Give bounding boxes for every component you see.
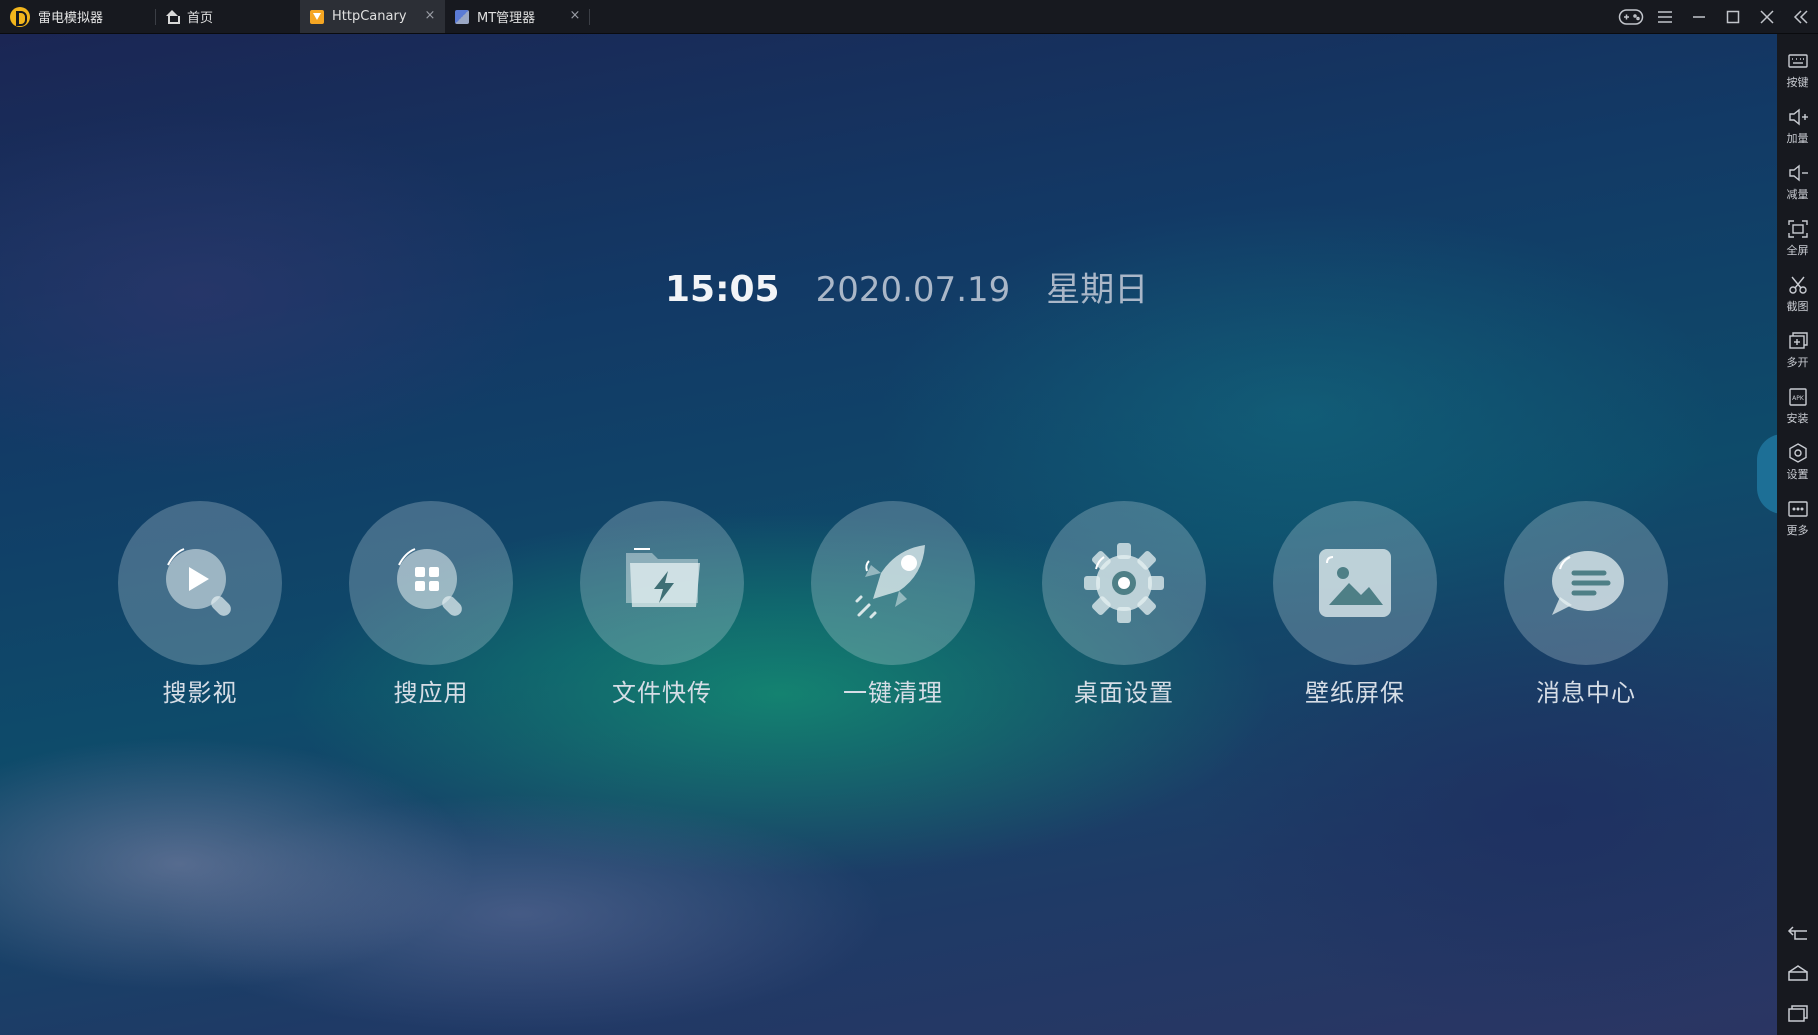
sidebar-item-label: 全屏 (1786, 243, 1809, 257)
file-transfer-icon (626, 548, 700, 607)
gamepad-icon (1618, 8, 1644, 25)
message-center-icon (1552, 551, 1624, 615)
multi-instance-icon (1788, 331, 1808, 349)
close-icon (1760, 9, 1774, 24)
app-label: 搜影视 (162, 679, 238, 707)
back-icon[interactable] (1787, 923, 1809, 943)
sidebar-item-multi-instance[interactable]: 多开 (1777, 322, 1818, 378)
menu-button[interactable] (1648, 0, 1682, 33)
sidebar-item-label: 减量 (1786, 187, 1809, 201)
app-label: 文件快传 (612, 679, 712, 707)
gamepad-button[interactable] (1614, 0, 1648, 33)
tab-home[interactable]: 首页 (155, 0, 300, 33)
app-icon-circle (1042, 501, 1206, 665)
wallpaper-icon (1319, 549, 1391, 617)
android-desktop[interactable]: 15:05 2020.07.19 星期日 搜影视 搜应用 文件快传 一键清理 桌… (0, 34, 1777, 1035)
sidebar-item-fullscreen[interactable]: 全屏 (1777, 210, 1818, 266)
recents-icon[interactable] (1787, 1003, 1809, 1023)
tab-label: HttpCanary (332, 9, 407, 24)
app-icon-circle (1273, 501, 1437, 665)
sidebar-item-keymap[interactable]: 按键 (1777, 42, 1818, 98)
app-label: 搜应用 (393, 679, 469, 707)
clock-date: 2020.07.19 (815, 270, 1011, 310)
android-nav-buttons (1777, 923, 1818, 1023)
more-icon (1787, 500, 1808, 517)
sidebar-item-label: 多开 (1786, 355, 1809, 369)
fullscreen-icon (1787, 219, 1808, 238)
right-toolbar: 按键 加量 减量 全屏 截图 多开 APK 安装 设置 更多 (1777, 34, 1818, 1035)
scissors-icon (1788, 276, 1807, 294)
app-label: 一键清理 (843, 679, 943, 707)
app-icon-circle (580, 501, 744, 665)
settings-icon (1788, 442, 1807, 463)
app-label: 桌面设置 (1074, 679, 1174, 707)
maximize-icon (1726, 10, 1740, 23)
volume-down-icon (1788, 164, 1808, 181)
app-name: 雷电模拟器 (38, 11, 104, 26)
apk-install-icon: APK (1788, 387, 1807, 406)
sidebar-item-more[interactable]: 更多 (1777, 490, 1818, 546)
collapse-sidebar-icon (1793, 9, 1808, 24)
minimize-button[interactable] (1682, 0, 1716, 33)
sidebar-item-settings[interactable]: 设置 (1777, 434, 1818, 490)
title-bar: 雷电模拟器 首页 HttpCanary × MT管理器 × (0, 0, 1818, 34)
keyboard-icon (1787, 53, 1808, 68)
rocket-clean-icon (855, 545, 925, 619)
sidebar-item-label: 设置 (1786, 467, 1809, 481)
app-icon-circle (118, 501, 282, 665)
tab-separator (589, 9, 590, 25)
app-file-transfer[interactable]: 文件快传 (580, 501, 744, 708)
app-wallpaper[interactable]: 壁纸屏保 (1273, 501, 1437, 708)
sidebar-item-screenshot[interactable]: 截图 (1777, 266, 1818, 322)
collapse-sidebar-button[interactable] (1784, 0, 1818, 33)
volume-up-icon (1788, 108, 1808, 125)
app-label: 消息中心 (1536, 679, 1636, 707)
home-icon[interactable] (1787, 963, 1809, 983)
app-one-click-clean[interactable]: 一键清理 (811, 501, 975, 708)
app-brand: 雷电模拟器 (0, 0, 155, 33)
app-video-search[interactable]: 搜影视 (118, 501, 282, 708)
tab-label: 首页 (187, 11, 214, 26)
httpcanary-icon (310, 9, 324, 24)
clock-weekday: 星期日 (1046, 270, 1149, 310)
tab-separator (155, 9, 156, 25)
clock-widget: 15:05 2020.07.19 星期日 (665, 262, 1148, 311)
minimize-icon (1693, 15, 1705, 18)
app-desktop-settings[interactable]: 桌面设置 (1042, 501, 1206, 708)
home-icon (165, 10, 180, 24)
edge-panel-handle[interactable] (1757, 434, 1777, 514)
video-search-icon (166, 548, 231, 616)
tab-mt-manager[interactable]: MT管理器 × (445, 0, 590, 33)
sidebar-item-volume-down[interactable]: 减量 (1777, 154, 1818, 210)
maximize-button[interactable] (1716, 0, 1750, 33)
menu-icon (1658, 10, 1672, 23)
tab-close-icon[interactable]: × (423, 9, 437, 23)
svg-text:APK: APK (1792, 395, 1805, 402)
drag-region[interactable] (590, 0, 1614, 33)
sidebar-item-label: 更多 (1786, 523, 1809, 537)
app-app-search[interactable]: 搜应用 (349, 501, 513, 708)
desktop-settings-icon (1084, 543, 1164, 623)
app-label: 壁纸屏保 (1305, 679, 1405, 707)
app-icon-circle (349, 501, 513, 665)
tab-label: MT管理器 (477, 11, 536, 26)
clock-time: 15:05 (665, 269, 780, 310)
app-icon-circle (1504, 501, 1668, 665)
app-message-center[interactable]: 消息中心 (1504, 501, 1668, 708)
sidebar-item-label: 按键 (1786, 75, 1809, 89)
sidebar-item-label: 安装 (1786, 411, 1809, 425)
sidebar-item-label: 加量 (1786, 131, 1809, 145)
sidebar-item-label: 截图 (1786, 299, 1809, 313)
close-button[interactable] (1750, 0, 1784, 33)
tab-httpcanary[interactable]: HttpCanary × (300, 0, 445, 33)
app-icon-circle (811, 501, 975, 665)
app-search-icon (397, 548, 462, 616)
sidebar-item-volume-up[interactable]: 加量 (1777, 98, 1818, 154)
sidebar-item-install-apk[interactable]: APK 安装 (1777, 378, 1818, 434)
ldplayer-logo-icon (10, 6, 30, 27)
app-dock: 搜影视 搜应用 文件快传 一键清理 桌面设置 壁纸屏保 消息中心 (118, 501, 1668, 708)
mt-manager-icon (455, 9, 469, 24)
tab-close-icon[interactable]: × (568, 9, 582, 23)
